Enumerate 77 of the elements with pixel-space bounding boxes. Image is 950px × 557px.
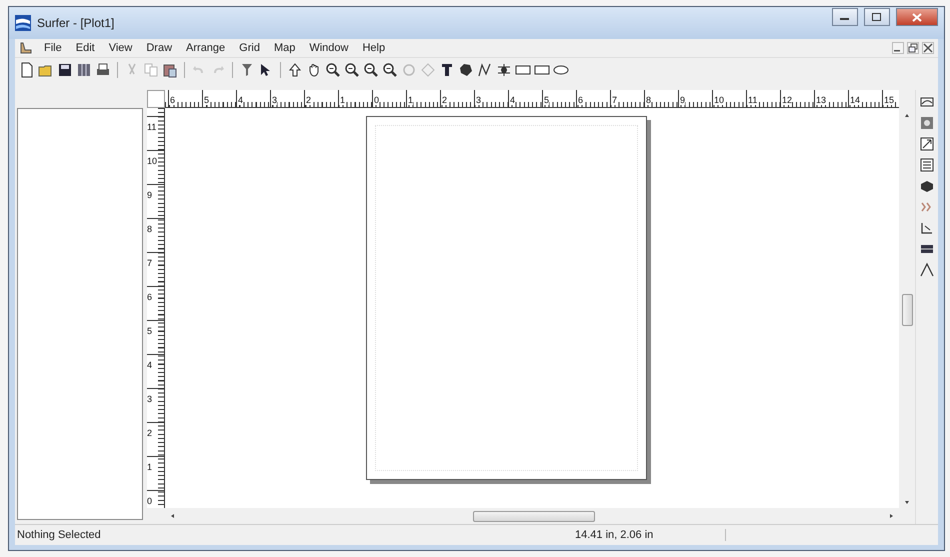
ruler-label: 0 — [373, 95, 380, 105]
ruler-label: 9 — [147, 190, 152, 200]
ruler-label: 8 — [645, 95, 652, 105]
new-icon[interactable] — [19, 62, 35, 78]
ruler-label: 7 — [611, 95, 618, 105]
print-icon[interactable] — [95, 62, 111, 78]
minimize-icon[interactable] — [892, 42, 904, 54]
polyline-icon[interactable] — [477, 62, 493, 78]
ruler-label: 13 — [815, 95, 826, 105]
zoom-icon[interactable] — [382, 62, 398, 78]
menu-item[interactable]: Help — [355, 42, 392, 54]
ruler-label: 8 — [147, 224, 152, 234]
ruler-label: 2 — [305, 95, 312, 105]
text-icon[interactable] — [439, 62, 455, 78]
maximize-icon — [872, 12, 882, 22]
cursor-position: 14.41 in, 2.06 in — [575, 529, 726, 541]
ruler-label: 3 — [147, 394, 152, 404]
ruler-label: 4 — [147, 360, 152, 370]
menu-item[interactable]: Draw — [139, 42, 180, 54]
ruler-label: 12 — [781, 95, 792, 105]
zoom-icon[interactable] — [344, 62, 360, 78]
ruler-label: 5 — [147, 326, 152, 336]
scroll-up-icon[interactable] — [903, 112, 911, 120]
ruler-label: 11 — [147, 122, 156, 132]
menu-item[interactable]: Grid — [232, 42, 267, 54]
ruler-label: 6 — [147, 292, 152, 302]
menu-item[interactable]: Arrange — [179, 42, 232, 54]
arrow-icon[interactable] — [287, 62, 303, 78]
ruler-label: 1 — [147, 462, 152, 472]
ruler-label: 0 — [147, 496, 152, 506]
ruler-label: 5 — [543, 95, 550, 105]
scroll-thumb[interactable] — [902, 294, 913, 326]
close-icon[interactable] — [922, 42, 934, 54]
menu-item[interactable]: Map — [266, 42, 302, 54]
symbol-icon[interactable] — [496, 62, 512, 78]
ruler-label: 3 — [271, 95, 278, 105]
scroll-right-icon[interactable] — [887, 512, 895, 520]
paste-icon[interactable] — [162, 62, 178, 78]
ruler-label: 4 — [237, 95, 244, 105]
ruler-label: 5 — [203, 95, 210, 105]
scroll-thumb[interactable] — [473, 511, 595, 522]
menu-item[interactable]: Window — [302, 42, 356, 54]
close-icon — [912, 12, 922, 22]
ruler-label: 6 — [577, 95, 584, 105]
menu-item[interactable]: Edit — [68, 42, 102, 54]
ruler-label: 2 — [147, 428, 152, 438]
ruler-label: 1 — [339, 95, 346, 105]
ruler-label: 3 — [475, 95, 482, 105]
ruler-label: 11 — [747, 95, 758, 105]
minimize-button[interactable] — [832, 8, 858, 26]
maximize-button[interactable] — [864, 8, 890, 26]
ruler-label: 7 — [147, 258, 152, 268]
ruler-label: 4 — [509, 95, 516, 105]
ruler-label: 9 — [679, 95, 686, 105]
window-title: Surfer - [Plot1] — [37, 16, 114, 30]
zoom-icon[interactable] — [325, 62, 341, 78]
menu-item[interactable]: View — [102, 42, 140, 54]
status-message: Nothing Selected — [16, 529, 102, 541]
restore-icon[interactable] — [907, 42, 919, 54]
vector-map-icon[interactable] — [919, 136, 935, 152]
close-button[interactable] — [896, 8, 938, 26]
ruler-label: 14 — [849, 95, 860, 105]
image-map-icon[interactable] — [919, 115, 935, 131]
axis-map-icon[interactable] — [919, 220, 935, 236]
ruler-label: 2 — [441, 95, 448, 105]
scroll-left-icon[interactable] — [169, 512, 177, 520]
zoom-icon[interactable] — [363, 62, 379, 78]
ruler-label: 15 — [883, 95, 894, 105]
polygon-icon[interactable] — [458, 62, 474, 78]
ruler-label: 10 — [713, 95, 724, 105]
save-icon[interactable] — [57, 62, 73, 78]
ruler-label: 1 — [407, 95, 414, 105]
scroll-down-icon[interactable] — [903, 498, 911, 506]
ruler-label: 6 — [169, 95, 176, 105]
ruler-label: 10 — [147, 156, 158, 166]
menu-item[interactable]: File — [37, 42, 69, 54]
app-icon — [15, 15, 31, 31]
